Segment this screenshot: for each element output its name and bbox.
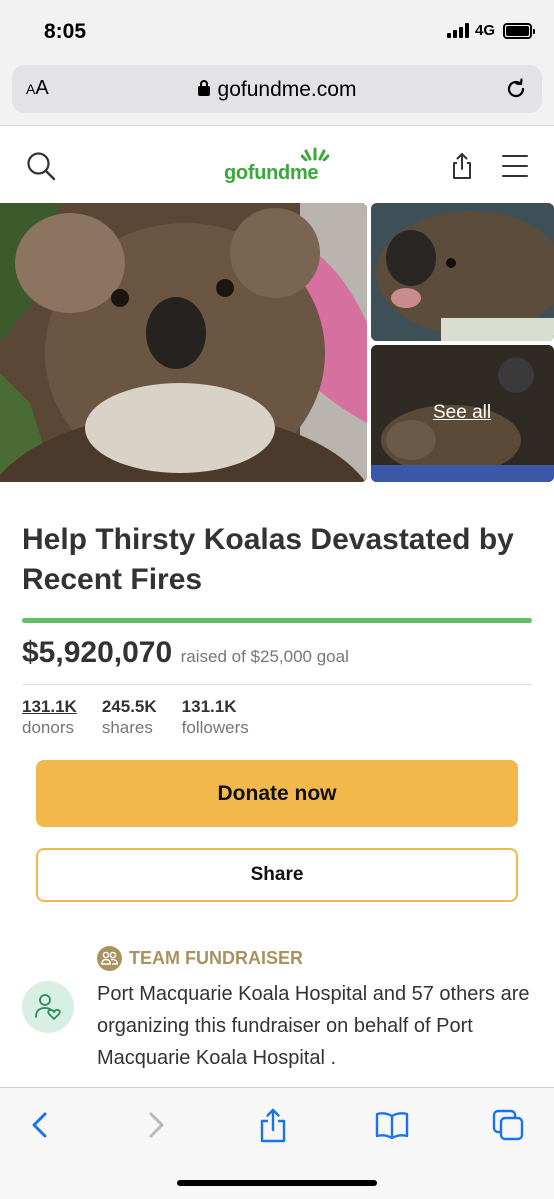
lock-icon <box>197 80 210 96</box>
stat-value: 245.5K <box>101 697 157 716</box>
stat-label: followers <box>181 718 249 737</box>
stat-shares: 245.5K shares <box>102 696 157 739</box>
search-icon[interactable] <box>26 151 56 181</box>
back-icon[interactable] <box>29 1108 51 1142</box>
raised-amount: $5,920,070 <box>22 636 173 669</box>
stat-donors[interactable]: 131.1K donors <box>22 696 77 739</box>
stat-label: donors <box>22 718 74 737</box>
reload-icon[interactable] <box>504 77 528 101</box>
team-fundraiser-badge: TEAM FUNDRAISER <box>97 946 303 971</box>
team-people-icon <box>97 946 122 971</box>
divider <box>22 684 532 685</box>
stat-value: 131.1K <box>181 697 237 716</box>
site-header: gofundme <box>0 127 554 203</box>
raised-goal: raised of $25,000 goal <box>180 647 349 666</box>
organizer-description: Port Macquarie Koala Hospital and 57 oth… <box>97 983 530 1069</box>
main-koala-photo[interactable] <box>0 203 367 482</box>
stat-value: 131.1K <box>22 697 77 716</box>
raised-summary: $5,920,070 raised of $25,000 goal <box>22 636 349 670</box>
share-sheet-icon[interactable] <box>258 1108 288 1144</box>
share-upload-icon[interactable] <box>448 151 476 181</box>
status-indicators: 4G <box>446 22 535 39</box>
team-fundraiser-label: TEAM FUNDRAISER <box>129 948 303 968</box>
funding-progress-fill <box>22 618 532 623</box>
organizer-avatar <box>22 981 74 1033</box>
url-text: gofundme.com <box>217 78 357 101</box>
hamburger-menu-icon[interactable] <box>502 155 528 177</box>
see-all-link[interactable]: See all <box>433 402 491 424</box>
browser-toolbar: AA gofundme.com <box>0 62 554 126</box>
donate-now-button[interactable]: Donate now <box>36 760 518 827</box>
address-bar[interactable]: AA gofundme.com <box>12 65 542 113</box>
bookmarks-icon[interactable] <box>374 1108 410 1142</box>
logo-text: gofundme <box>224 162 319 184</box>
campaign-photos: See all <box>0 203 554 482</box>
koala-photo-3[interactable]: See all <box>371 345 554 482</box>
battery-icon <box>503 22 535 39</box>
status-time: 8:05 <box>44 20 87 43</box>
logo-sprout-icon <box>301 147 329 161</box>
home-indicator <box>177 1180 377 1186</box>
stat-label: shares <box>101 718 153 737</box>
forward-icon[interactable] <box>145 1108 167 1142</box>
status-bar: 8:05 4G <box>0 0 554 62</box>
campaign-title: Help Thirsty Koalas Devastated by Recent… <box>22 523 514 596</box>
network-type: 4G <box>474 22 495 39</box>
tabs-icon[interactable] <box>491 1108 525 1142</box>
stat-followers: 131.1K followers <box>182 696 249 739</box>
gofundme-logo[interactable]: gofundme <box>224 147 334 185</box>
url-display[interactable]: gofundme.com <box>12 78 542 102</box>
signal-icon <box>446 23 469 38</box>
funding-progress-bar <box>22 618 532 623</box>
organizer-heart-icon <box>35 994 61 1020</box>
campaign-stats: 131.1K donors 245.5K shares 131.1K follo… <box>22 696 274 739</box>
share-button[interactable]: Share <box>36 848 518 902</box>
koala-photo-2[interactable] <box>371 203 554 341</box>
